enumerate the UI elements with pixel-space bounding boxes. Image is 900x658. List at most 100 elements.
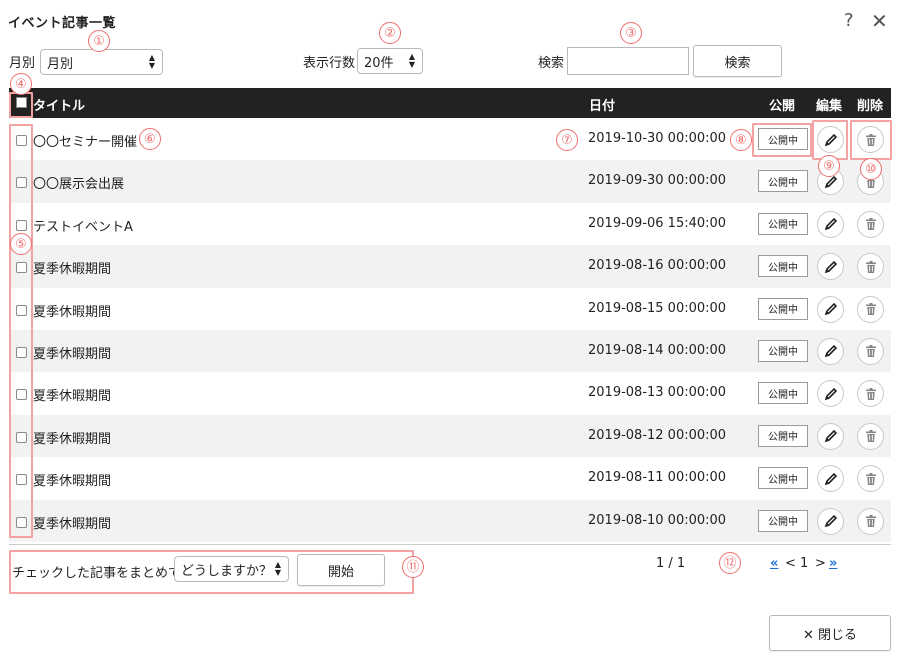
table-row: 夏季休暇期間 2019-08-10 00:00:00 公開中 [9, 499, 891, 542]
row-title[interactable]: 夏季休暇期間 [33, 513, 111, 532]
row-checkbox[interactable] [16, 516, 27, 528]
row-checkbox[interactable] [16, 135, 27, 146]
row-date: 2019-08-11 00:00:00 [588, 470, 727, 486]
row-title[interactable]: 夏季休暇期間 [33, 258, 111, 277]
row-checkbox[interactable] [16, 474, 27, 486]
publish-status-button[interactable]: 公開中 [758, 467, 808, 490]
help-icon[interactable]: ? [844, 8, 854, 34]
rows-per-page-select[interactable]: 20件 ▲ ▼ [357, 48, 423, 74]
pencil-icon [824, 514, 837, 528]
trash-icon [865, 387, 876, 400]
delete-button[interactable] [857, 126, 884, 153]
publish-status-button[interactable]: 公開中 [758, 382, 808, 405]
annotation-2: ② [379, 22, 401, 44]
prev-page-link[interactable]: < [785, 556, 796, 571]
row-checkbox[interactable] [16, 304, 27, 316]
delete-button[interactable] [857, 465, 884, 493]
delete-button[interactable] [857, 253, 884, 281]
search-input[interactable] [567, 47, 689, 75]
edit-button[interactable] [817, 465, 844, 493]
rows-select-value: 20件 [364, 55, 394, 71]
row-title[interactable]: 夏季休暇期間 [33, 301, 111, 320]
row-title[interactable]: 〇〇セミナー開催 [33, 131, 137, 150]
edit-button[interactable] [817, 337, 844, 365]
row-date: 2019-10-30 00:00:00 [588, 131, 727, 146]
close-button[interactable]: ✕ 閉じる [769, 615, 891, 651]
row-title[interactable]: 夏季休暇期間 [33, 470, 111, 489]
publish-status-button[interactable]: 公開中 [758, 128, 808, 150]
month-select[interactable]: 月別 ▲ ▼ [40, 49, 163, 75]
edit-button[interactable] [817, 507, 844, 535]
bulk-action-select[interactable]: どうしますか？ ▲ ▼ [174, 556, 289, 582]
edit-button[interactable] [817, 295, 844, 323]
pencil-icon [824, 133, 837, 146]
annotation-9: ⑨ [818, 155, 840, 177]
row-checkbox[interactable] [16, 262, 27, 274]
pagination-info: 1 / 1 [656, 556, 686, 571]
search-button[interactable]: 検索 [693, 45, 782, 77]
annotation-5: ⑤ [10, 233, 32, 255]
delete-button[interactable] [857, 380, 884, 408]
search-label: 検索 [538, 56, 565, 71]
row-date: 2019-08-16 00:00:00 [588, 258, 727, 274]
edit-button[interactable] [817, 253, 844, 281]
pencil-icon [824, 345, 837, 358]
annotation-12: ⑫ [719, 552, 741, 574]
row-title[interactable]: 〇〇展示会出展 [33, 173, 124, 192]
row-date: 2019-09-30 00:00:00 [588, 173, 727, 189]
column-date: 日付 [589, 99, 616, 114]
edit-button[interactable] [817, 380, 844, 408]
delete-button[interactable] [857, 210, 884, 238]
publish-status-button[interactable]: 公開中 [758, 297, 808, 320]
annotation-3: ③ [620, 22, 642, 44]
annotation-4: ④ [10, 73, 32, 95]
row-checkbox[interactable] [16, 346, 27, 358]
bulk-start-button[interactable]: 開始 [297, 554, 385, 586]
annotation-6: ⑥ [139, 128, 161, 150]
table-row: 夏季休暇期間 2019-08-11 00:00:00 公開中 [9, 457, 891, 499]
row-title[interactable]: 夏季休暇期間 [33, 428, 111, 447]
close-icon[interactable]: ✕ [871, 8, 888, 34]
edit-button[interactable] [817, 422, 844, 450]
row-checkbox[interactable] [16, 177, 27, 189]
delete-button[interactable] [857, 337, 884, 365]
publish-status-button[interactable]: 公開中 [758, 212, 808, 235]
select-all-checkbox[interactable] [16, 97, 27, 108]
table-row: 夏季休暇期間 2019-08-13 00:00:00 公開中 [9, 372, 891, 414]
row-checkbox[interactable] [16, 389, 27, 401]
publish-status-button[interactable]: 公開中 [758, 509, 808, 532]
row-title[interactable]: テストイベントA [33, 216, 133, 235]
publish-status-button[interactable]: 公開中 [758, 339, 808, 362]
select-arrows-icon: ▲ ▼ [408, 52, 415, 69]
annotation-8: ⑧ [730, 129, 752, 151]
delete-button[interactable] [857, 295, 884, 323]
row-checkbox[interactable] [16, 431, 27, 443]
rows-label: 表示行数 [303, 56, 356, 71]
publish-status-button[interactable]: 公開中 [758, 255, 808, 278]
row-date: 2019-08-13 00:00:00 [588, 385, 727, 401]
last-page-link[interactable]: » [829, 556, 837, 571]
row-date: 2019-09-06 15:40:00 [588, 215, 727, 231]
delete-button[interactable] [857, 507, 884, 535]
row-checkbox[interactable] [16, 219, 27, 231]
row-title[interactable]: 夏季休暇期間 [33, 343, 111, 362]
column-edit: 編集 [816, 99, 843, 114]
row-title[interactable]: 夏季休暇期間 [33, 385, 111, 404]
table-row: テストイベントA 2019-09-06 15:40:00 公開中 [9, 203, 891, 245]
next-page-link[interactable]: > [815, 556, 826, 571]
edit-button[interactable] [817, 126, 844, 153]
table-row: 夏季休暇期間 2019-08-14 00:00:00 公開中 [9, 329, 891, 373]
trash-icon [865, 345, 876, 358]
publish-status-button[interactable]: 公開中 [758, 170, 808, 193]
first-page-link[interactable]: « [770, 556, 778, 571]
column-title: タイトル [33, 99, 86, 114]
pencil-icon [824, 387, 837, 401]
table-row: 夏季休暇期間 2019-08-12 00:00:00 公開中 [9, 414, 891, 458]
pencil-icon [824, 430, 837, 443]
edit-button[interactable] [817, 210, 844, 238]
delete-button[interactable] [857, 422, 884, 450]
row-date: 2019-08-12 00:00:00 [588, 427, 727, 443]
trash-icon [865, 133, 876, 146]
publish-status-button[interactable]: 公開中 [758, 424, 808, 447]
pencil-icon [824, 218, 837, 231]
